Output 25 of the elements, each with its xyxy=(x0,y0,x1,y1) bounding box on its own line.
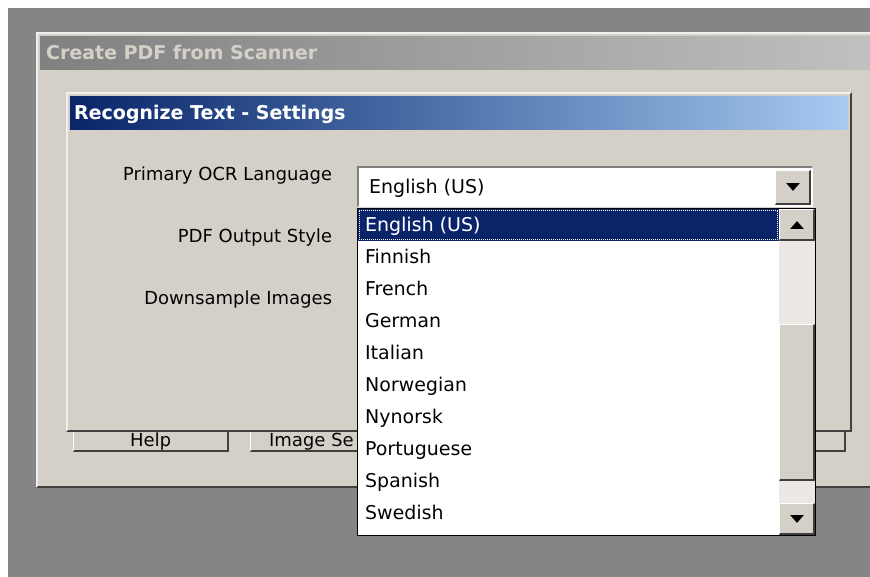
dropdown-value: English (US) xyxy=(368,174,486,200)
caret-down-icon xyxy=(790,514,804,522)
scroll-thumb[interactable] xyxy=(779,324,815,481)
field-label: PDF Output Style xyxy=(178,226,332,248)
language-option[interactable]: Finnish xyxy=(358,241,779,273)
language-option[interactable]: Norwegian xyxy=(358,369,779,401)
field-label: Downsample Images xyxy=(144,288,332,310)
language-option[interactable]: English (US) xyxy=(358,209,779,241)
caret-up-icon xyxy=(790,220,804,228)
dialog-title: Recognize Text - Settings xyxy=(70,96,848,130)
language-option[interactable]: Nynorsk xyxy=(358,401,779,433)
scroll-down-button[interactable] xyxy=(779,503,815,535)
language-option[interactable]: French xyxy=(358,273,779,305)
language-option[interactable]: Italian xyxy=(358,337,779,369)
language-option[interactable]: German xyxy=(358,305,779,337)
field-label: Primary OCR Language xyxy=(122,164,332,186)
scroll-up-button[interactable] xyxy=(779,209,815,241)
language-option[interactable]: Portuguese xyxy=(358,433,779,465)
window-title: Create PDF from Scanner xyxy=(40,36,870,70)
language-dropdown[interactable]: English (US) xyxy=(357,166,813,207)
language-option[interactable]: Swedish xyxy=(358,497,779,529)
scrollbar[interactable] xyxy=(779,209,815,535)
language-option[interactable]: Spanish xyxy=(358,465,779,497)
dropdown-arrow-button[interactable] xyxy=(775,170,811,204)
caret-down-icon xyxy=(786,182,800,190)
